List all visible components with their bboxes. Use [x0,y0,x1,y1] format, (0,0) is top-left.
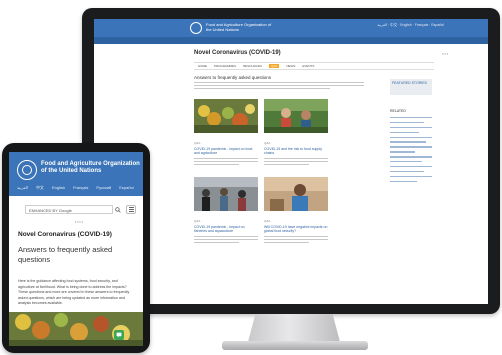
subnav-item[interactable]: PROGRAMMES [214,64,236,68]
fao-logo-icon[interactable] [190,22,202,34]
card-tag: Q&A [194,141,201,145]
tablet-subtitle: Answers to frequently asked questions [18,245,113,264]
card-image [194,177,258,211]
desktop-card[interactable]: Q&A Will COVID-19 have negative impacts … [264,177,328,243]
monitor-stand-base [222,341,368,350]
desktop-screen: Food and Agriculture Organization of the… [94,19,488,304]
sidebar-heading: RELATED [390,109,406,113]
desktop-subnav: HOME PROGRAMMES RESOURCES Q&A NEWS EVENT… [194,62,434,70]
tablet-screen: Food and Agriculture Organization of the… [9,152,143,346]
subnav-item[interactable]: EVENTS [302,64,314,68]
desktop-intro-text [194,82,364,90]
sidebar-link[interactable] [390,131,420,134]
card-image [264,99,328,133]
desktop-card[interactable]: Q&A COVID-19 pandemic - impact on fisher… [194,177,258,243]
sidebar-link[interactable] [390,121,424,124]
sidebar-link[interactable] [390,117,432,119]
sidebar-featured-box[interactable]: FEATURED STORIES [390,79,432,95]
sidebar-link[interactable] [390,146,432,148]
sidebar-link[interactable] [390,170,424,173]
desktop-org-name: Food and Agriculture Organization of the… [206,22,272,32]
language-link[interactable]: Русский [96,185,111,191]
tablet-body-text: Here is the guidance affecting food syst… [18,279,130,306]
desktop-nav-bar [94,37,488,44]
share-icons[interactable]: ▪ ▪ ▪ ▪ [75,220,83,224]
desktop-language-links[interactable]: العربية · 中文 · English · Français · Espa… [377,23,444,28]
search-input[interactable]: ENHANCED BY Google [25,205,113,214]
sidebar-box-title: FEATURED STORIES [392,81,427,85]
card-tag: Q&A [264,219,271,223]
sidebar-link[interactable] [390,165,432,168]
sidebar-link[interactable] [390,180,418,182]
language-link[interactable]: Français [73,185,88,191]
search-icon[interactable] [113,205,123,214]
monitor-stand-neck [248,314,340,342]
subnav-item-active[interactable]: Q&A [269,64,280,68]
card-title[interactable]: COVID-19 and the risk to food supply cha… [264,147,328,155]
subnav-item[interactable]: HOME [198,64,207,68]
card-title[interactable]: COVID-19 pandemic - impact on food and a… [194,147,258,155]
desktop-sidebar: FEATURED STORIES RELATED [390,79,432,289]
language-link[interactable]: Español [119,185,133,191]
language-link[interactable]: English [52,185,65,191]
language-link[interactable]: 中文 [36,185,44,191]
desktop-share-icons[interactable]: ▪ ▪ ▪ [442,52,448,56]
card-tag: Q&A [264,141,271,145]
sidebar-link[interactable] [390,126,432,129]
menu-icon[interactable] [126,205,136,214]
tablet-language-nav: العربية 中文 English Français Русский Espa… [17,185,134,191]
desktop-card[interactable]: Q&A COVID-19 and the risk to food supply… [264,99,328,165]
tablet-org-name: Food and Agriculture Organization of the… [41,161,140,174]
sidebar-link[interactable] [390,151,416,153]
subnav-item[interactable]: NEWS [286,64,295,68]
sidebar-link[interactable] [390,156,432,158]
desktop-header: Food and Agriculture Organization of the… [94,19,488,37]
tablet-device: Food and Agriculture Organization of the… [2,143,150,353]
subnav-item[interactable]: RESOURCES [243,64,262,68]
card-image [194,99,258,133]
card-title[interactable]: Will COVID-19 have negative impacts on g… [264,225,328,233]
sidebar-link[interactable] [390,161,422,163]
tablet-page-title: Novel Coronavirus (COVID-19) [18,231,112,238]
sidebar-link[interactable] [390,175,432,178]
card-image [264,177,328,211]
chat-button[interactable] [114,330,124,340]
desktop-card[interactable]: Q&A COVID-19 pandemic - impact on food a… [194,99,258,165]
fao-logo-icon[interactable] [17,160,37,180]
desktop-section-heading: Answers to frequently asked questions [194,75,272,80]
tablet-hero-image [9,312,143,346]
desktop-page-title: Novel Coronavirus (COVID-19) [194,50,281,56]
tablet-header: Food and Agriculture Organization of the… [9,152,143,196]
card-title[interactable]: COVID-19 pandemic - impact on fisheries … [194,225,258,233]
card-tag: Q&A [194,219,201,223]
language-link[interactable]: العربية [17,185,28,191]
sidebar-link[interactable] [390,136,432,138]
sidebar-link[interactable] [390,141,426,143]
